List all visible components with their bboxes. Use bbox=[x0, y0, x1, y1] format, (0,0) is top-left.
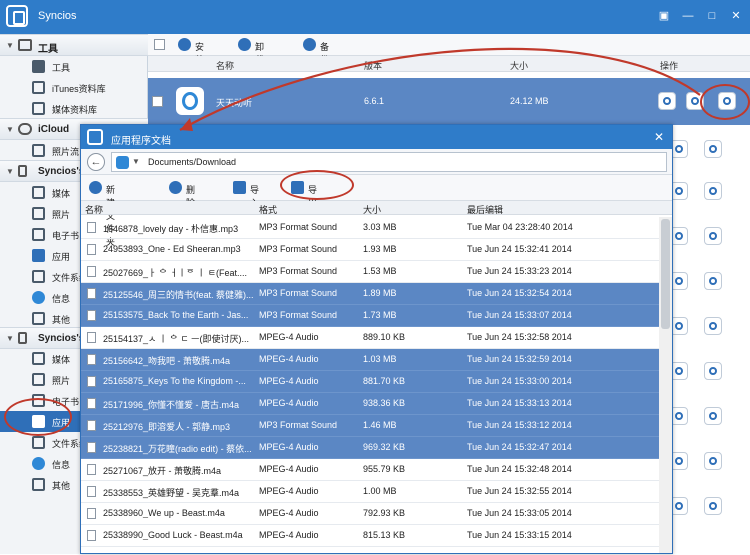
annotation-arrow bbox=[179, 47, 701, 131]
